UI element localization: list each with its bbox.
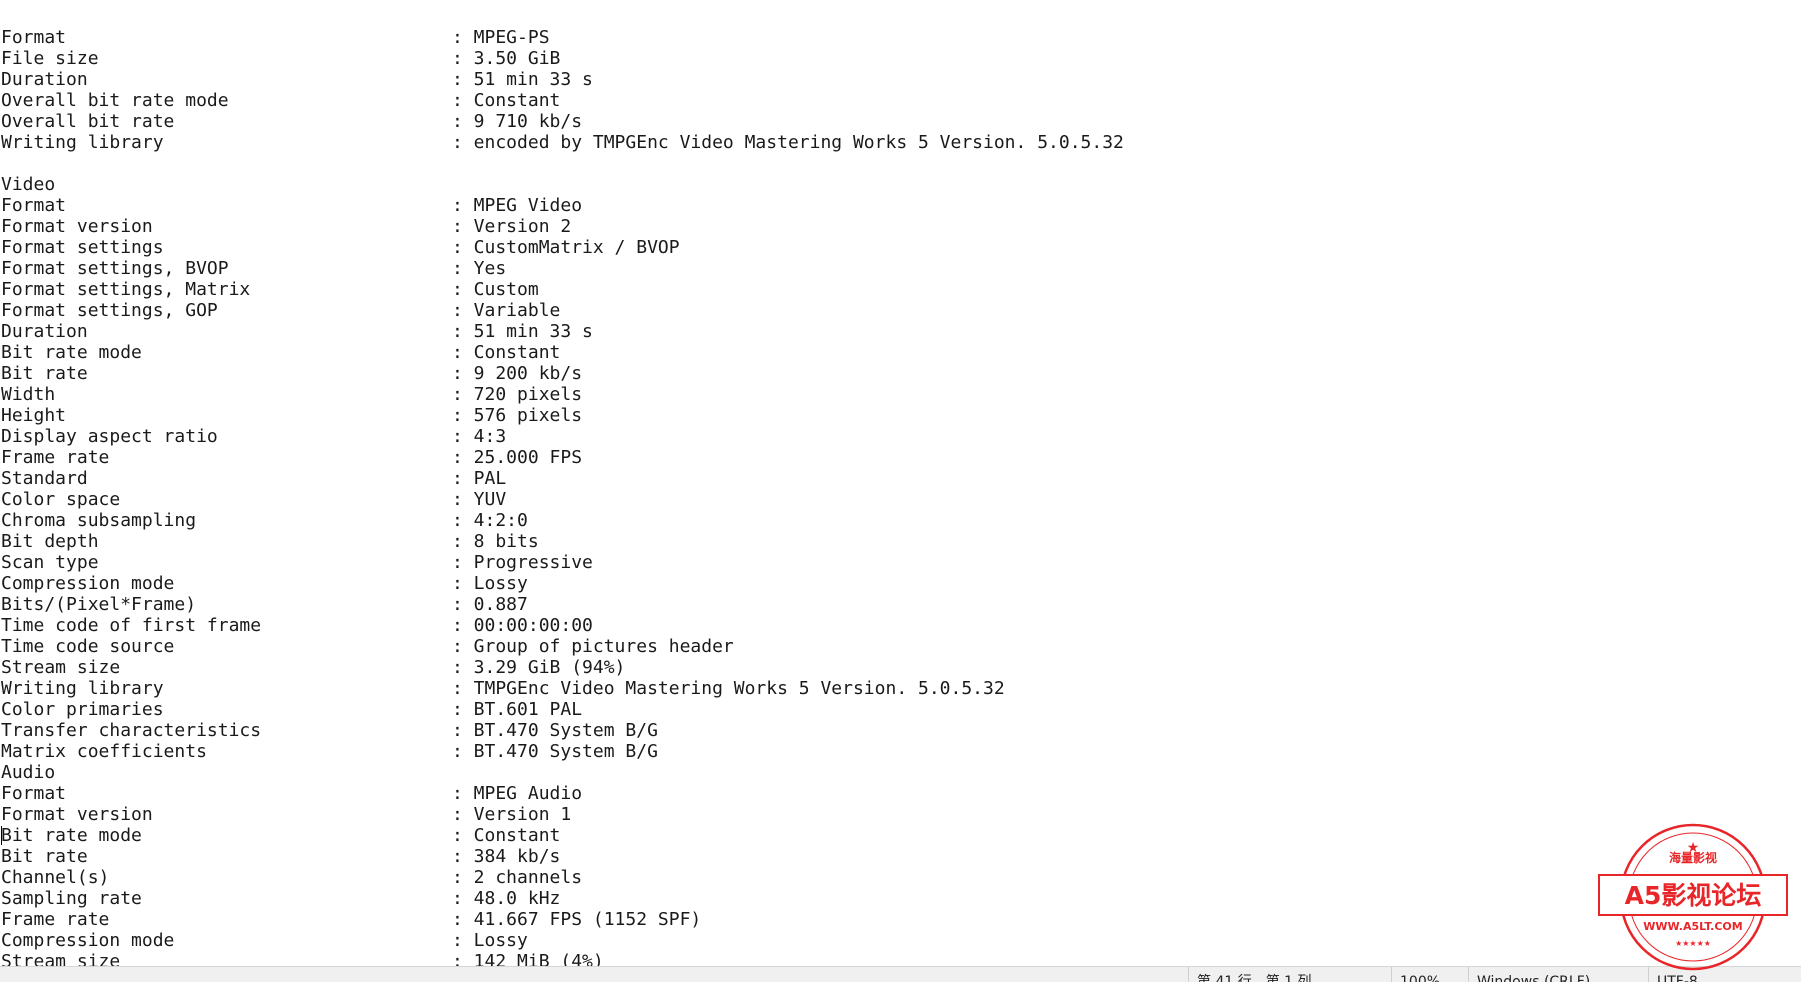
field-name: Chroma subsampling — [1, 510, 197, 531]
field-name: Transfer characteristics — [1, 720, 262, 741]
field-value: : MPEG Audio — [452, 783, 583, 804]
field-name: Format — [1, 783, 67, 804]
field-name: Color space — [1, 489, 121, 510]
field-value: : MPEG Video — [452, 195, 583, 216]
field-value: : 4:3 — [452, 426, 507, 447]
field-name: Writing library — [1, 678, 164, 699]
text-caret — [1, 826, 2, 845]
field-name: Format settings, Matrix — [1, 279, 251, 300]
field-value: : 9 200 kb/s — [452, 363, 583, 384]
field-name: Bits/(Pixel*Frame) — [1, 594, 197, 615]
field-value: : 25.000 FPS — [452, 447, 583, 468]
field-name: Matrix coefficients — [1, 741, 207, 762]
field-value: : PAL — [452, 468, 507, 489]
field-name: Frame rate — [1, 447, 110, 468]
field-value: : 384 kb/s — [452, 846, 561, 867]
field-value: : Version 1 — [452, 804, 572, 825]
field-name: Format version — [1, 216, 153, 237]
status-bar: 第 41 行，第 1 列 100% Windows (CRLF) UTF-8 — [0, 966, 1801, 982]
field-name: Scan type — [1, 552, 99, 573]
field-name: Overall bit rate mode — [1, 90, 229, 111]
field-value: : Constant — [452, 342, 561, 363]
status-cursor-position: 第 41 行，第 1 列 — [1188, 967, 1312, 982]
field-name: Time code of first frame — [1, 615, 262, 636]
field-value: : YUV — [452, 489, 507, 510]
field-name: Bit rate mode — [1, 342, 142, 363]
field-name: Duration — [1, 321, 88, 342]
field-value: : Constant — [452, 825, 561, 846]
field-name: Duration — [1, 69, 88, 90]
field-name: Display aspect ratio — [1, 426, 218, 447]
field-name: Bit depth — [1, 531, 99, 552]
field-name: Audio — [1, 762, 56, 783]
field-value: : Constant — [452, 90, 561, 111]
field-name: File size — [1, 48, 99, 69]
field-name: Time code source — [1, 636, 175, 657]
status-line-ending: Windows (CRLF) — [1468, 967, 1590, 982]
status-zoom-level: 100% — [1391, 967, 1440, 982]
field-value: : Lossy — [452, 573, 528, 594]
field-name: Frame rate — [1, 909, 110, 930]
field-value: : BT.470 System B/G — [452, 720, 658, 741]
field-name: Compression mode — [1, 930, 175, 951]
field-value: : Yes — [452, 258, 507, 279]
field-value: : Progressive — [452, 552, 593, 573]
field-value: : 51 min 33 s — [452, 69, 593, 90]
notepad-window: Format : MPEG-PS File size : 3.50 GiB Durati… — [0, 0, 1801, 982]
stamp-star-icon: ★ — [1687, 841, 1700, 856]
field-name: Channel(s) — [1, 867, 110, 888]
field-name: Color primaries — [1, 699, 164, 720]
field-value: : Lossy — [452, 930, 528, 951]
field-name: Standard — [1, 468, 88, 489]
field-name: Bit rate mode — [1, 825, 142, 846]
field-name: Stream size — [1, 657, 121, 678]
field-name: Sampling rate — [1, 888, 142, 909]
field-value: : Variable — [452, 300, 561, 321]
field-value: : BT.601 PAL — [452, 699, 583, 720]
field-value: : 720 pixels — [452, 384, 583, 405]
field-value: : MPEG-PS — [452, 27, 550, 48]
field-value: : 3.29 GiB (94%) — [452, 657, 626, 678]
field-value: : Version 2 — [452, 216, 572, 237]
field-name: Stream size — [1, 951, 121, 966]
text-editor-area[interactable]: Format : MPEG-PS File size : 3.50 GiB Durati… — [0, 0, 1801, 966]
field-value: : encoded by TMPGEnc Video Mastering Wor… — [452, 132, 1124, 153]
field-name: Format settings, BVOP — [1, 258, 229, 279]
field-name: Width — [1, 384, 56, 405]
field-name: Format settings — [1, 237, 164, 258]
field-value: : 51 min 33 s — [452, 321, 593, 342]
a5-watermark-stamp: 海量影视 ★ A5影视论坛 WWW.A5LT.COM ★★★★★ — [1598, 823, 1788, 971]
field-value: : 41.667 FPS (1152 SPF) — [452, 909, 702, 930]
field-name: Writing library — [1, 132, 164, 153]
field-value: : 00:00:00:00 — [452, 615, 593, 636]
field-value: : 9 710 kb/s — [452, 111, 583, 132]
field-name: Height — [1, 405, 67, 426]
field-name: Overall bit rate — [1, 111, 175, 132]
field-value: : 0.887 — [452, 594, 528, 615]
field-value: : 4:2:0 — [452, 510, 528, 531]
field-value: : TMPGEnc Video Mastering Works 5 Versio… — [452, 678, 1005, 699]
field-value: : CustomMatrix / BVOP — [452, 237, 680, 258]
field-value: : 3.50 GiB — [452, 48, 561, 69]
stamp-bottom-stars-icon: ★★★★★ — [1675, 939, 1711, 948]
field-value: : 576 pixels — [452, 405, 583, 426]
field-name: Bit rate — [1, 363, 88, 384]
field-name: Compression mode — [1, 573, 175, 594]
field-value: : 48.0 kHz — [452, 888, 561, 909]
field-name: Format version — [1, 804, 153, 825]
field-name: Format settings, GOP — [1, 300, 218, 321]
field-value: : Custom — [452, 279, 539, 300]
stamp-url-text: WWW.A5LT.COM — [1643, 920, 1742, 933]
field-value: : 2 channels — [452, 867, 583, 888]
field-value: : Group of pictures header — [452, 636, 734, 657]
field-value: : 8 bits — [452, 531, 539, 552]
field-name: Video — [1, 174, 56, 195]
field-name: Format — [1, 27, 67, 48]
field-name: Format — [1, 195, 67, 216]
field-value: : 142 MiB (4%) — [452, 951, 604, 966]
field-name: Bit rate — [1, 846, 88, 867]
stamp-brand-text: A5影视论坛 — [1625, 881, 1762, 910]
field-value: : BT.470 System B/G — [452, 741, 658, 762]
